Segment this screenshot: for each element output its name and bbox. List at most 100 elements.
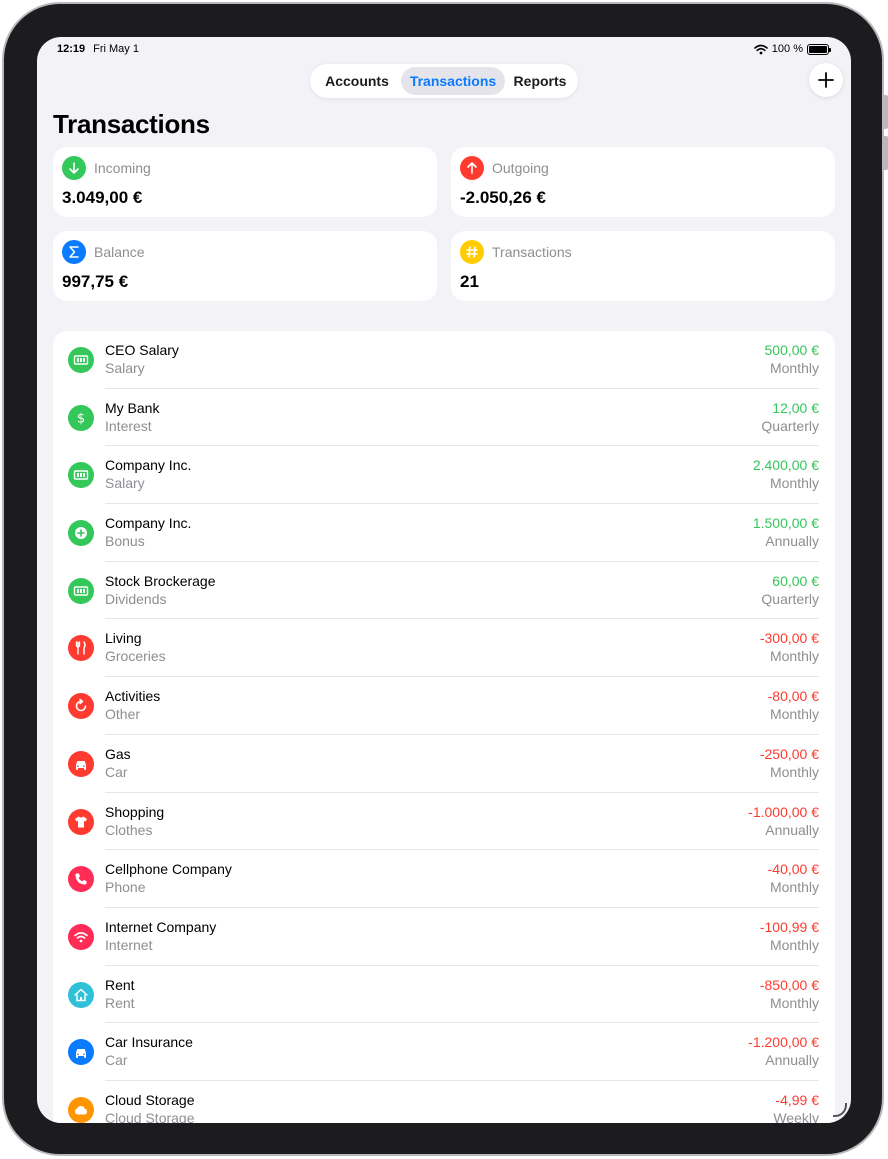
- transaction-frequency: Monthly: [769, 648, 819, 665]
- transaction-frequency: Monthly: [769, 994, 819, 1011]
- transaction-frequency: Quarterly: [761, 417, 819, 434]
- tab-transactions[interactable]: Transactions: [401, 67, 505, 95]
- incoming-label: Incoming: [94, 160, 151, 176]
- banknote-icon: [68, 462, 94, 489]
- transaction-amount: -4,99 €: [775, 1091, 819, 1108]
- outgoing-label: Outgoing: [492, 160, 549, 176]
- transaction-category: Car: [105, 1052, 128, 1069]
- transaction-amount: 12,00 €: [772, 399, 819, 416]
- add-button[interactable]: [809, 63, 843, 97]
- transaction-title: Rent: [105, 976, 135, 993]
- transaction-frequency: Monthly: [769, 475, 819, 492]
- balance-card: Balance 997,75 €: [53, 231, 437, 301]
- tab-accounts[interactable]: Accounts: [313, 67, 401, 95]
- transaction-amount: 1.500,00 €: [752, 515, 819, 532]
- car-icon: [68, 750, 94, 777]
- transaction-frequency: Annually: [765, 821, 819, 838]
- transaction-row[interactable]: Cloud Storage Cloud Storage -4,99 € Week…: [53, 1081, 835, 1123]
- transaction-category: Car: [105, 763, 128, 780]
- transaction-category: Salary: [105, 360, 145, 376]
- transaction-category: Salary: [105, 475, 145, 492]
- tshirt-icon: [68, 808, 94, 835]
- transaction-amount: -100,99 €: [759, 918, 819, 935]
- tab-reports[interactable]: Reports: [505, 67, 575, 95]
- transaction-category: Groceries: [105, 648, 166, 665]
- page-title: Transactions: [53, 109, 210, 139]
- screen: 12:19 Fri May 1 100 % Accounts Transactio…: [37, 37, 851, 1123]
- hash-icon: [460, 240, 484, 264]
- transaction-amount: 60,00 €: [772, 572, 819, 589]
- status-bar: 12:19 Fri May 1 100 %: [57, 43, 831, 59]
- incoming-value: 3.049,00 €: [62, 188, 143, 207]
- car-icon: [68, 1039, 94, 1066]
- transaction-frequency: Weekly: [773, 1109, 819, 1123]
- banknote-icon: [68, 347, 94, 373]
- outgoing-card: Outgoing -2.050,26 €: [451, 147, 835, 217]
- arrow-up-icon: [460, 156, 484, 180]
- transaction-row[interactable]: Internet Company Internet -100,99 € Mont…: [53, 908, 835, 966]
- plus-circle-icon: [68, 520, 94, 547]
- resize-handle[interactable]: [833, 1103, 847, 1117]
- banknote-icon: [68, 577, 94, 604]
- house-icon: [68, 981, 94, 1008]
- cloud-icon: [68, 1096, 94, 1123]
- phone-icon: [68, 866, 94, 893]
- transaction-frequency: Quarterly: [761, 590, 819, 607]
- transaction-row[interactable]: Gas Car -250,00 € Monthly: [53, 735, 835, 793]
- transaction-row[interactable]: Stock Brockerage Dividends 60,00 € Quart…: [53, 562, 835, 620]
- tab-switcher: Accounts Transactions Reports: [310, 64, 578, 98]
- transaction-title: Cloud Storage: [105, 1091, 195, 1108]
- transaction-row[interactable]: $ My Bank Interest 12,00 € Quarterly: [53, 389, 835, 447]
- plus-icon: [818, 72, 834, 88]
- outgoing-value: -2.050,26 €: [460, 188, 547, 207]
- transaction-category: Clothes: [105, 821, 153, 838]
- balance-label: Balance: [94, 244, 145, 260]
- transaction-row[interactable]: Shopping Clothes -1.000,00 € Annually: [53, 793, 835, 851]
- incoming-card: Incoming 3.049,00 €: [53, 147, 437, 217]
- battery-percent: 100 %: [771, 43, 803, 55]
- transaction-amount: -1.000,00 €: [748, 803, 819, 820]
- transactions-count-label: Transactions: [492, 244, 572, 260]
- transaction-row[interactable]: Rent Rent -850,00 € Monthly: [53, 966, 835, 1024]
- transaction-frequency: Annually: [765, 533, 819, 550]
- status-date: Fri May 1: [93, 43, 139, 55]
- wifi-icon: [68, 923, 94, 950]
- transaction-title: Gas: [105, 745, 131, 762]
- dollar-icon: $: [68, 404, 94, 431]
- transaction-title: My Bank: [105, 399, 160, 416]
- transaction-title: Shopping: [105, 803, 165, 820]
- transaction-amount: -300,00 €: [759, 630, 819, 647]
- transaction-list: CEO Salary Salary 500,00 € Monthly $ My …: [53, 331, 835, 1123]
- transaction-row[interactable]: Company Inc. Salary 2.400,00 € Monthly: [53, 446, 835, 505]
- transaction-title: Stock Brockerage: [105, 572, 216, 589]
- transaction-amount: -40,00 €: [767, 861, 819, 878]
- transaction-category: Other: [105, 706, 141, 723]
- transaction-amount: -850,00 €: [759, 976, 819, 993]
- transaction-row[interactable]: CEO Salary Salary 500,00 € Monthly: [53, 331, 835, 389]
- transaction-row[interactable]: Activities Other -80,00 € Monthly: [53, 677, 835, 735]
- transaction-title: Company Inc.: [105, 515, 192, 532]
- transaction-title: Car Insurance: [105, 1034, 193, 1051]
- refresh-icon: [68, 693, 94, 720]
- transaction-amount: 500,00 €: [764, 342, 820, 358]
- transaction-amount: -80,00 €: [767, 688, 819, 705]
- transaction-row[interactable]: Living Groceries -300,00 € Monthly: [53, 619, 835, 678]
- balance-value: 997,75 €: [62, 272, 129, 291]
- transaction-title: CEO Salary: [105, 342, 179, 358]
- transaction-frequency: Monthly: [769, 360, 819, 376]
- transaction-row[interactable]: Cellphone Company Phone -40,00 € Monthly: [53, 850, 835, 908]
- volume-button: [884, 95, 888, 129]
- transaction-title: Living: [105, 630, 142, 647]
- status-time: 12:19: [57, 43, 86, 55]
- transaction-category: Dividends: [105, 590, 167, 607]
- transaction-frequency: Monthly: [769, 763, 819, 780]
- transaction-row[interactable]: Company Inc. Bonus 1.500,00 € Annually: [53, 504, 835, 562]
- transaction-category: Cloud Storage: [105, 1109, 195, 1123]
- transactions-count-card: Transactions 21: [451, 231, 835, 301]
- transaction-title: Company Inc.: [105, 457, 192, 474]
- transaction-amount: -250,00 €: [759, 745, 819, 762]
- transaction-category: Rent: [105, 994, 135, 1011]
- sigma-icon: [62, 240, 86, 264]
- transaction-row[interactable]: Car Insurance Car -1.200,00 € Annually: [53, 1023, 835, 1081]
- arrow-down-icon: [62, 156, 86, 180]
